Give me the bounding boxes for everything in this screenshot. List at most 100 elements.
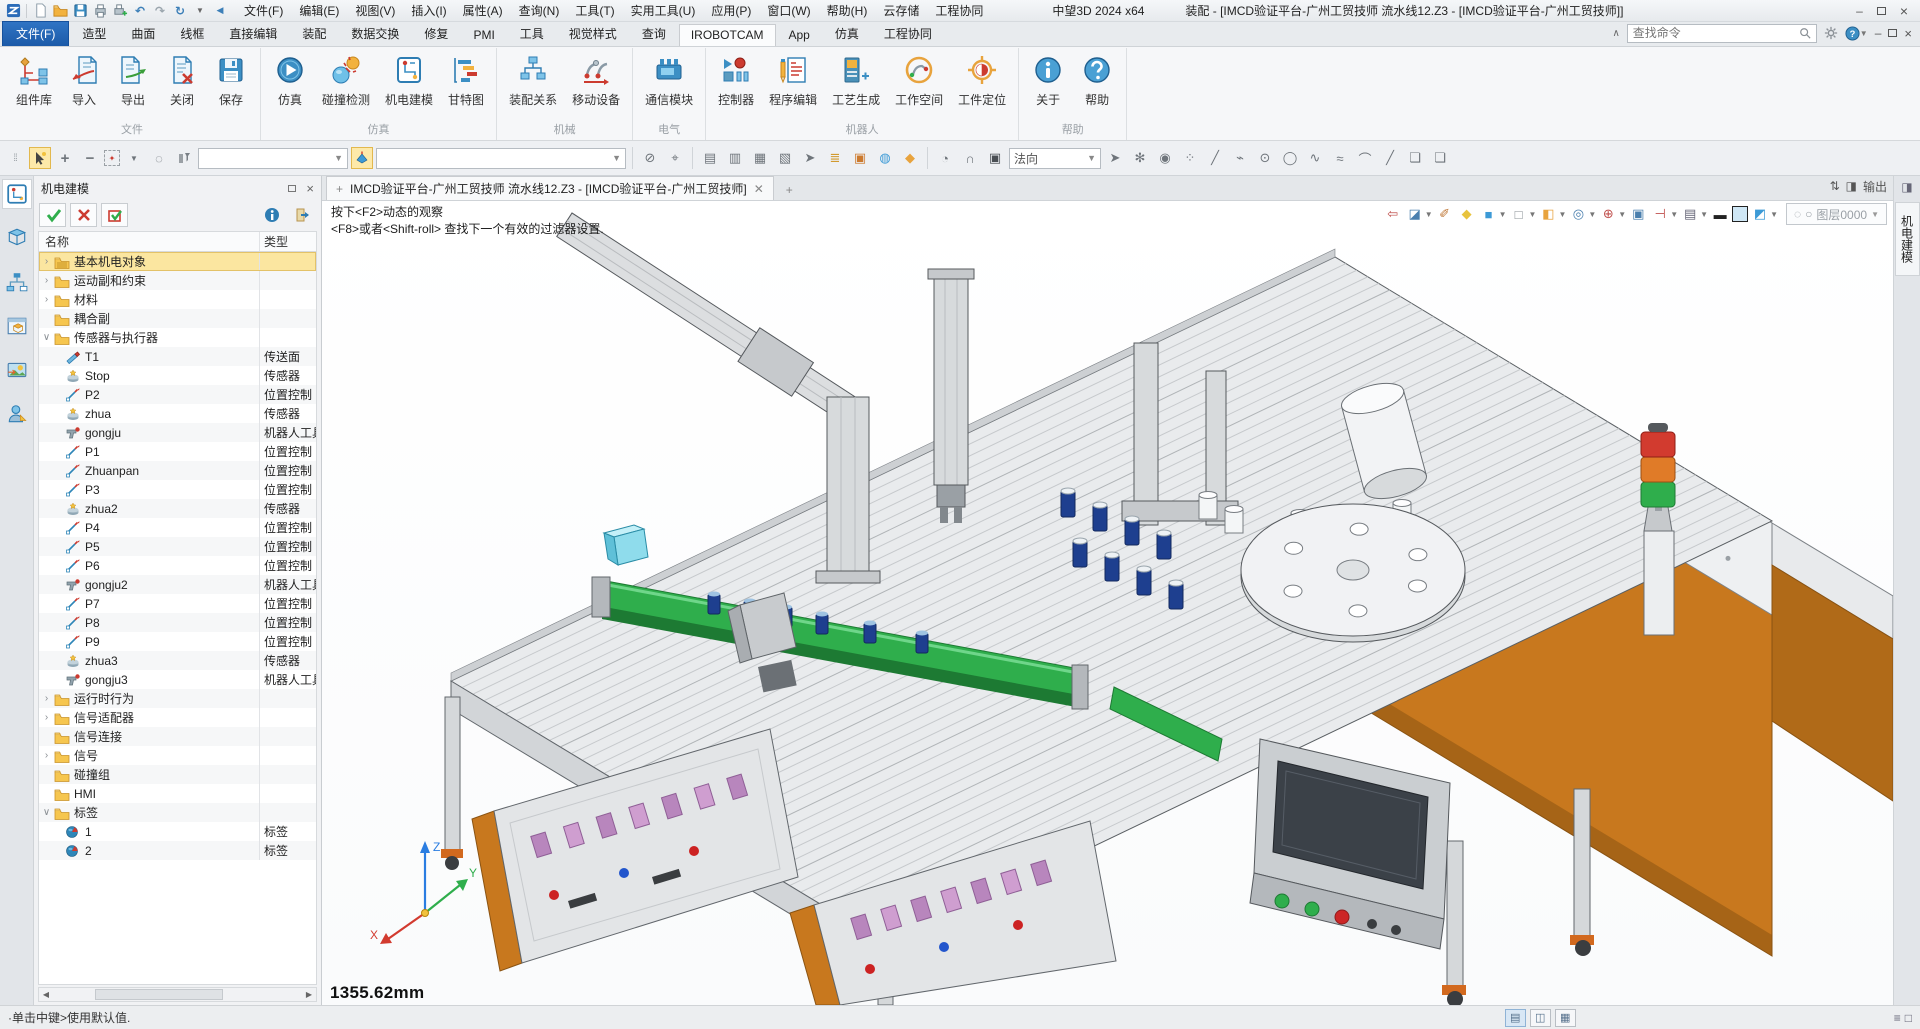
process-gen-button[interactable]: 工艺生成 bbox=[825, 51, 887, 112]
batch-print-icon[interactable] bbox=[111, 2, 129, 20]
doc-close-button[interactable]: × bbox=[1904, 26, 1912, 41]
doc-minimize-button[interactable]: – bbox=[1875, 26, 1882, 40]
pick-list-icon[interactable]: ≣ bbox=[824, 147, 846, 169]
restore-button[interactable] bbox=[1877, 4, 1886, 18]
snap-arc-icon[interactable]: ⌒ bbox=[1354, 147, 1376, 169]
web-doc-icon[interactable]: ◍ bbox=[874, 147, 896, 169]
shaded-mode-icon[interactable]: ◩ bbox=[1750, 203, 1770, 225]
new-file-icon[interactable] bbox=[31, 2, 49, 20]
datum-icon[interactable]: ◆ bbox=[1457, 203, 1477, 225]
redo-icon[interactable]: ↷ bbox=[151, 2, 169, 20]
menu-item-6[interactable]: 工具(T) bbox=[567, 0, 622, 21]
snap-line-icon[interactable]: ╱ bbox=[1204, 147, 1226, 169]
tree-row-gongju[interactable]: gongju机器人工具 bbox=[39, 423, 316, 442]
snap-center-icon[interactable]: ⊙ bbox=[1254, 147, 1276, 169]
output-label[interactable]: 输出 bbox=[1863, 178, 1887, 195]
mechatronics-button[interactable]: 机电建模 bbox=[378, 51, 440, 112]
exit-view-icon[interactable]: ⇦ bbox=[1383, 203, 1403, 225]
filter-dropdown[interactable]: ▼ bbox=[198, 148, 348, 169]
ribbon-tab-5[interactable]: 装配 bbox=[290, 21, 338, 46]
tree-row-材料[interactable]: ›材料 bbox=[39, 290, 316, 309]
minimize-button[interactable]: – bbox=[1856, 4, 1863, 18]
marquee-dropdown-icon[interactable]: ▼ bbox=[123, 147, 145, 169]
snap-spline-icon[interactable]: ∿ bbox=[1304, 147, 1326, 169]
menu-item-3[interactable]: 插入(I) bbox=[403, 0, 454, 21]
tree-row-信号连接[interactable]: 信号连接 bbox=[39, 727, 316, 746]
tree-row-运行时行为[interactable]: ›运行时行为 bbox=[39, 689, 316, 708]
snap-gear-icon[interactable]: ✻ bbox=[1129, 147, 1151, 169]
tree-row-信号适配器[interactable]: ›信号适配器 bbox=[39, 708, 316, 727]
snap-cursor-icon[interactable]: ➤ bbox=[1104, 147, 1126, 169]
snap-toggle-icon[interactable]: ▦ bbox=[1555, 1009, 1576, 1027]
remove-select-icon[interactable]: − bbox=[79, 147, 101, 169]
confirm-button[interactable] bbox=[39, 203, 66, 227]
ribbon-tab-1[interactable]: 造型 bbox=[70, 21, 118, 46]
close-button[interactable]: × bbox=[1900, 3, 1908, 19]
snap-midplane-icon[interactable]: ❏ bbox=[1404, 147, 1426, 169]
settings-gear-icon[interactable] bbox=[1824, 26, 1838, 40]
snap-tangent-icon[interactable]: ╱ bbox=[1379, 147, 1401, 169]
open-file-icon[interactable] bbox=[51, 2, 69, 20]
info-icon[interactable] bbox=[258, 203, 285, 227]
measure-icon[interactable]: ⊣ bbox=[1650, 203, 1670, 225]
mechatronics-manager-icon[interactable] bbox=[2, 179, 32, 209]
expander-icon[interactable]: ∨ bbox=[39, 803, 54, 822]
tree-row-HMI[interactable]: HMI bbox=[39, 784, 316, 803]
status-filter-icon[interactable]: ≡ bbox=[1894, 1011, 1901, 1025]
ucs-dropdown[interactable]: ▼ bbox=[376, 148, 626, 169]
view-orient-icon[interactable]: ◪ bbox=[1405, 203, 1425, 225]
color-manager-icon[interactable]: ▣ bbox=[849, 147, 871, 169]
tab-close-icon[interactable]: ✕ bbox=[754, 182, 764, 196]
tree-row-P1[interactable]: P1位置控制 bbox=[39, 442, 316, 461]
doc-restore-button[interactable] bbox=[1888, 29, 1897, 37]
scroll-left-icon[interactable]: ◀ bbox=[39, 988, 53, 1001]
export-panel-icon[interactable] bbox=[289, 203, 316, 227]
background-swatch-icon[interactable]: ▬ bbox=[1710, 203, 1730, 225]
expander-icon[interactable]: › bbox=[39, 708, 54, 727]
program-edit-button[interactable]: 程序编辑 bbox=[762, 51, 824, 112]
scroll-thumb[interactable] bbox=[95, 989, 223, 1000]
tree-row-Stop[interactable]: Stop传感器 bbox=[39, 366, 316, 385]
panel-hscrollbar[interactable]: ◀ ▶ bbox=[38, 987, 317, 1002]
help-icon[interactable]: ?▼ bbox=[1845, 26, 1868, 41]
blank-sketch-icon[interactable]: ✐ bbox=[1435, 203, 1455, 225]
close-doc-button[interactable]: 关闭 bbox=[158, 51, 206, 112]
save-icon[interactable] bbox=[71, 2, 89, 20]
snap-curve-icon[interactable]: ≈ bbox=[1329, 147, 1351, 169]
wireframe-cube-icon[interactable]: □ bbox=[1509, 203, 1529, 225]
workpiece-locate-button[interactable]: 工件定位 bbox=[951, 51, 1013, 112]
dock-panel-icon[interactable]: ◨ bbox=[1846, 179, 1857, 193]
view-manager-icon[interactable] bbox=[2, 311, 32, 341]
menu-item-11[interactable]: 云存储 bbox=[875, 0, 927, 21]
tree-row-传感器与执行器[interactable]: ∨传感器与执行器 bbox=[39, 328, 316, 347]
expander-icon[interactable]: › bbox=[39, 252, 54, 271]
snap-line-point-icon[interactable]: ⌁ bbox=[1229, 147, 1251, 169]
command-search[interactable] bbox=[1627, 24, 1817, 43]
grid-toggle-icon[interactable]: ◫ bbox=[1530, 1009, 1551, 1027]
tree-row-P7[interactable]: P7位置控制 bbox=[39, 594, 316, 613]
filter-column-icon[interactable] bbox=[173, 147, 195, 169]
half-section-cube-icon[interactable]: ◧ bbox=[1538, 203, 1558, 225]
tree-row-zhua3[interactable]: zhua3传感器 bbox=[39, 651, 316, 670]
tree-row-Zhuanpan[interactable]: Zhuanpan位置控制 bbox=[39, 461, 316, 480]
panel-restore-icon[interactable] bbox=[288, 181, 296, 196]
comm-module-button[interactable]: 通信模块 bbox=[638, 51, 700, 112]
import-button[interactable]: 导入 bbox=[60, 51, 108, 112]
tree-row-耦合副[interactable]: 耦合副 bbox=[39, 309, 316, 328]
ucs-icon[interactable] bbox=[351, 147, 373, 169]
tree-row-T1[interactable]: T1传送面 bbox=[39, 347, 316, 366]
new-tab-button[interactable]: + bbox=[774, 180, 805, 200]
user-pin-icon[interactable]: ◆ bbox=[899, 147, 921, 169]
help-button[interactable]: 帮助 bbox=[1073, 51, 1121, 112]
ribbon-tab-15[interactable]: 工程协同 bbox=[872, 21, 944, 46]
scroll-right-icon[interactable]: ▶ bbox=[302, 988, 316, 1001]
ribbon-tab-6[interactable]: 数据交换 bbox=[339, 21, 411, 46]
render-manager-icon[interactable] bbox=[2, 355, 32, 385]
simulate-button[interactable]: 仿真 bbox=[266, 51, 314, 112]
3d-machine-scene[interactable]: Z X Y bbox=[322, 201, 1893, 1005]
pin-toggle-icon[interactable]: ⌖ bbox=[664, 147, 686, 169]
tree-row-P3[interactable]: P3位置控制 bbox=[39, 480, 316, 499]
menu-item-8[interactable]: 应用(P) bbox=[703, 0, 759, 21]
apply-button[interactable] bbox=[101, 203, 128, 227]
ribbon-tab-2[interactable]: 曲面 bbox=[119, 21, 167, 46]
